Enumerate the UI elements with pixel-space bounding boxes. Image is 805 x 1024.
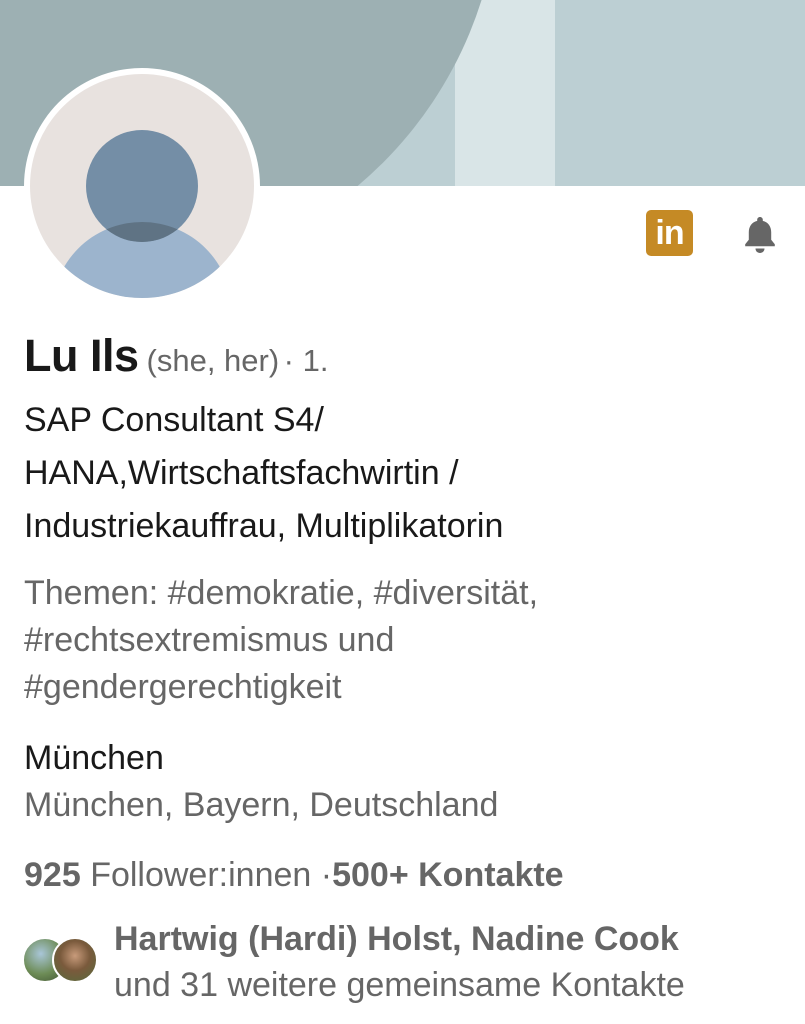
followers-label[interactable]: Follower:innen	[90, 856, 311, 894]
avatar-overlap-shape	[86, 130, 198, 242]
followers-count[interactable]: 925	[24, 856, 81, 894]
mutual-contacts-avatars[interactable]	[22, 937, 102, 985]
avatar-placeholder-icon	[30, 74, 254, 298]
profile-headline: SAP Consultant S4/ HANA,Wirtschaftsfachw…	[24, 394, 794, 553]
headline-line: SAP Consultant S4/	[24, 401, 324, 439]
profile-pronouns: (she, her)	[146, 343, 280, 378]
topics-line: Themen: #demokratie, #diversität,	[24, 574, 539, 612]
connection-degree: · 1.	[283, 343, 329, 378]
avatar	[52, 937, 98, 983]
contacts-count[interactable]: 500+ Kontakte	[332, 856, 564, 894]
headline-line: Industriekauffrau, Multiplikatorin	[24, 507, 504, 545]
bell-icon[interactable]	[738, 212, 782, 256]
mutual-contacts-names: Hartwig (Hardi) Holst, Nadine Cook	[114, 920, 679, 958]
mutual-contacts-rest: und 31 weitere gemeinsame Kontakte	[114, 966, 685, 1004]
profile-name-line: Lu Ils (she, her) · 1.	[24, 330, 328, 382]
topics-line: #rechtsextremismus und	[24, 621, 395, 659]
profile-stats: 925 Follower:innen ·500+ Kontakte	[24, 852, 564, 899]
stats-separator: ·	[311, 856, 333, 894]
mutual-contacts[interactable]: Hartwig (Hardi) Holst, Nadine Cook und 3…	[114, 916, 794, 1008]
headline-line: HANA,Wirtschaftsfachwirtin /	[24, 454, 459, 492]
profile-region: München, Bayern, Deutschland	[24, 786, 499, 824]
profile-name: Lu Ils	[24, 330, 139, 381]
linkedin-premium-icon[interactable]: in	[646, 210, 693, 256]
profile-topics: Themen: #demokratie, #diversität, #recht…	[24, 570, 794, 711]
topics-line: #gendergerechtigkeit	[24, 668, 342, 706]
profile-avatar[interactable]	[24, 68, 260, 304]
profile-city: München	[24, 739, 164, 777]
